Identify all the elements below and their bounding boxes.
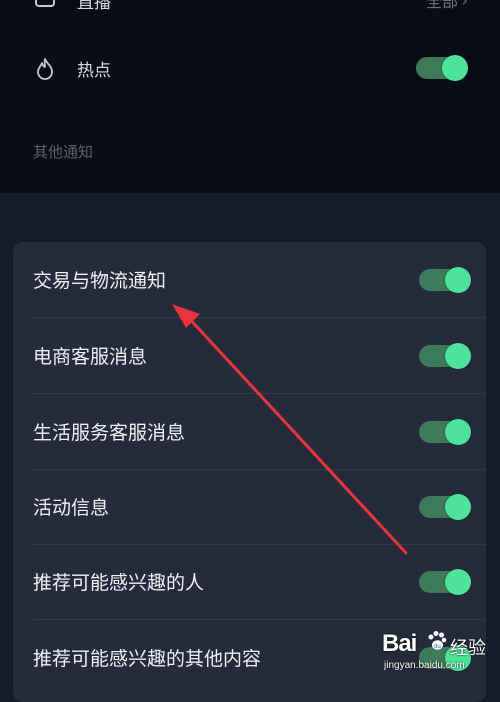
row-live[interactable]: 直播 全部 › (0, 0, 500, 30)
setting-label: 电商客服消息 (33, 346, 148, 368)
setting-toggle[interactable] (419, 494, 471, 520)
chevron-right-icon: › (461, 0, 468, 10)
paw-icon: du (428, 631, 447, 650)
row-hot: 热点 (0, 38, 500, 98)
toggle-knob (445, 569, 471, 595)
watermark-url: jingyan.baidu.com (384, 660, 465, 671)
hot-toggle[interactable] (416, 55, 468, 81)
setting-row-recommend-people[interactable]: 推荐可能感兴趣的人 (13, 544, 486, 620)
setting-row-trade-logistics[interactable]: 交易与物流通知 (13, 242, 486, 318)
setting-toggle[interactable] (419, 343, 471, 369)
setting-row-life-service[interactable]: 生活服务客服消息 (13, 394, 486, 470)
setting-row-activity[interactable]: 活动信息 (13, 469, 486, 545)
setting-row-ecommerce-service[interactable]: 电商客服消息 (13, 318, 486, 394)
setting-toggle[interactable] (419, 569, 471, 595)
toggle-knob (442, 55, 468, 81)
setting-label: 交易与物流通知 (33, 270, 167, 292)
row-hot-label: 热点 (77, 60, 111, 81)
row-live-label: 直播 (77, 0, 111, 13)
toggle-knob (445, 267, 471, 293)
setting-toggle[interactable] (419, 267, 471, 293)
setting-label: 生活服务客服消息 (33, 422, 186, 444)
flame-icon (34, 57, 56, 80)
baidu-jingyan-watermark: Bai du 经验 jingyan.baidu.com (382, 630, 497, 680)
row-live-value: 全部 (425, 0, 458, 11)
watermark-brand: 经验 (450, 638, 486, 659)
section-title: 其他通知 (33, 143, 94, 161)
top-section: 直播 全部 › 热点 其他通知 (0, 0, 500, 193)
watermark-logo-du: du (434, 644, 441, 650)
setting-label: 活动信息 (33, 497, 110, 519)
watermark-logo-bai: Bai (382, 630, 417, 657)
setting-label: 推荐可能感兴趣的人 (33, 572, 205, 594)
toggle-knob (445, 419, 471, 445)
setting-label: 推荐可能感兴趣的其他内容 (33, 648, 262, 670)
setting-toggle[interactable] (419, 419, 471, 445)
watermark-logo: Bai (382, 630, 417, 658)
tv-icon (34, 0, 56, 11)
toggle-knob (445, 494, 471, 520)
toggle-knob (445, 343, 471, 369)
